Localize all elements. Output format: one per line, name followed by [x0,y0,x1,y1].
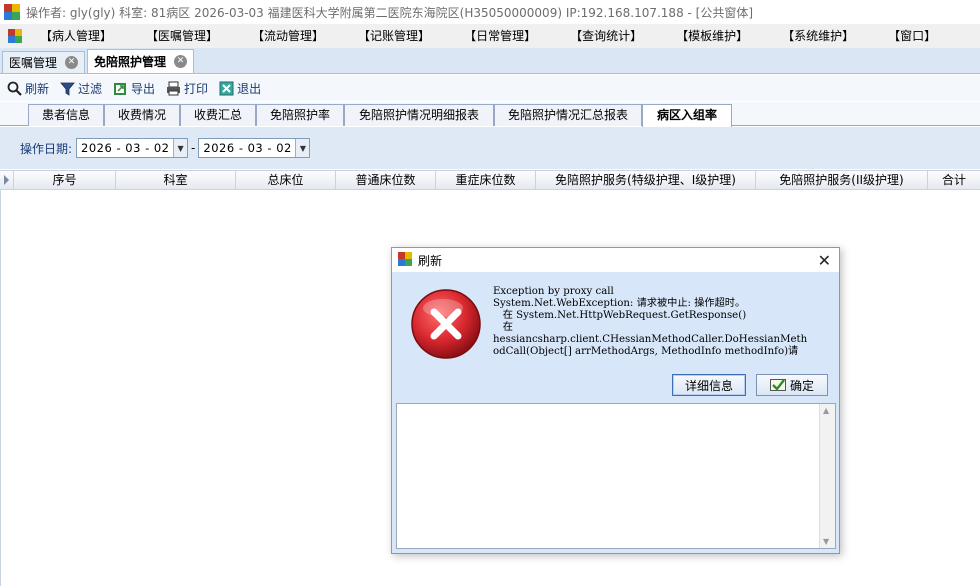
menu-orders[interactable]: 【医嘱管理】 [138,25,228,47]
menu-system[interactable]: 【系统维护】 [774,25,864,47]
doc-tab-orders[interactable]: 医嘱管理 ✕ [2,51,86,73]
tab-care-summary-report[interactable]: 免陪照护情况汇总报表 [494,104,642,126]
menu-templates[interactable]: 【模板维护】 [668,25,758,47]
date-label: 操作日期: [20,141,73,156]
print-button[interactable]: 打印 [165,80,208,97]
report-tabs: 患者信息 收费情况 收费汇总 免陪照护率 免陪照护情况明细报表 免陪照护情况汇总… [0,102,980,127]
col-normal-beds[interactable]: 普通床位数 [336,171,436,190]
dialog-titlebar: 刷新 ✕ [392,248,839,272]
date-separator: - [191,141,196,155]
detail-button-label: 详细信息 [684,378,733,393]
close-icon[interactable]: ✕ [174,55,188,68]
menu-patient[interactable]: 【病人管理】 [32,25,122,47]
filter-bar: 操作日期: 2026 - 03 - 02 ▼ - 2026 - 03 - 02 … [0,127,980,169]
tab-patient-info[interactable]: 患者信息 [28,104,104,126]
dropdown-arrow-icon[interactable]: ▼ [173,139,188,157]
window-titlebar: 操作者: gly(gly) 科室: 81病区 2026-03-03 福建医科大学… [0,0,980,24]
menu-bar: 【病人管理】 【医嘱管理】 【流动管理】 【记账管理】 【日常管理】 【查询统计… [0,24,980,48]
detail-textarea[interactable]: ▲ ▼ [396,403,836,549]
refresh-label: 刷新 [25,81,50,96]
exit-button[interactable]: 退出 [218,80,261,97]
tab-charge-summary[interactable]: 收费汇总 [180,104,256,126]
app-menu-icon[interactable] [8,29,22,43]
app-icon [4,4,20,20]
close-icon[interactable]: ✕ [818,251,831,270]
doc-tab-care[interactable]: 免陪照护管理 ✕ [87,49,195,73]
grid-header: 序号 科室 总床位 普通床位数 重症床位数 免陪照护服务(特级护理、I级护理) … [0,170,980,190]
export-icon [112,80,128,96]
checkmark-icon [769,378,786,392]
col-department[interactable]: 科室 [116,171,236,190]
error-dialog: 刷新 ✕ Exception by proxy call System.Net.… [391,247,840,554]
magnifier-icon [6,80,22,96]
scroll-up-icon[interactable]: ▲ [823,406,829,415]
exit-icon [218,80,234,96]
detail-button[interactable]: 详细信息 [672,374,746,396]
menu-daily[interactable]: 【日常管理】 [456,25,546,47]
filter-label: 过滤 [78,81,103,96]
menu-query-stats[interactable]: 【查询统计】 [562,25,652,47]
date-from-picker[interactable]: 2026 - 03 - 02 ▼ [76,138,189,158]
col-total-beds[interactable]: 总床位 [236,171,336,190]
col-care-special-level1[interactable]: 免陪照护服务(特级护理、I级护理) [536,171,756,190]
window-title: 操作者: gly(gly) 科室: 81病区 2026-03-03 福建医科大学… [26,5,754,20]
col-icu-beds[interactable]: 重症床位数 [436,171,536,190]
funnel-icon [59,80,75,96]
date-to-value[interactable]: 2026 - 03 - 02 [199,141,295,155]
export-label: 导出 [131,81,156,96]
doc-tab-label: 免陪照护管理 [94,55,167,69]
error-message: Exception by proxy call System.Net.WebEx… [493,286,808,357]
menu-window[interactable]: 【窗口】 [880,25,946,47]
tab-care-rate[interactable]: 免陪照护率 [256,104,344,126]
exit-label: 退出 [237,81,262,96]
ok-button-label: 确定 [789,378,814,393]
tab-ward-enrollment-rate[interactable]: 病区入组率 [642,104,732,127]
print-label: 打印 [184,81,209,96]
date-from-value[interactable]: 2026 - 03 - 02 [77,141,173,155]
printer-icon [165,80,181,96]
toolbar: 刷新 过滤 导出 打印 退出 [0,75,980,101]
scroll-down-icon[interactable]: ▼ [823,537,829,546]
export-button[interactable]: 导出 [112,80,155,97]
menu-billing[interactable]: 【记账管理】 [350,25,440,47]
close-icon[interactable]: ✕ [65,56,79,69]
ok-button[interactable]: 确定 [756,374,828,396]
col-total[interactable]: 合计 [928,171,980,190]
error-icon [410,288,482,360]
dialog-app-icon [398,251,412,269]
document-tabs: 医嘱管理 ✕ 免陪照护管理 ✕ [0,48,980,74]
refresh-button[interactable]: 刷新 [6,80,49,97]
dropdown-arrow-icon[interactable]: ▼ [295,139,310,157]
doc-tab-label: 医嘱管理 [9,56,58,70]
menu-flow[interactable]: 【流动管理】 [244,25,334,47]
scrollbar[interactable]: ▲ ▼ [819,404,835,548]
col-care-level2[interactable]: 免陪照护服务(II级护理) [756,171,928,190]
row-header-corner [0,171,14,190]
tab-charges[interactable]: 收费情况 [104,104,180,126]
col-index[interactable]: 序号 [14,171,116,190]
tab-care-detail-report[interactable]: 免陪照护情况明细报表 [344,104,494,126]
date-to-picker[interactable]: 2026 - 03 - 02 ▼ [198,138,311,158]
dialog-title: 刷新 [418,253,443,268]
filter-button[interactable]: 过滤 [59,80,102,97]
